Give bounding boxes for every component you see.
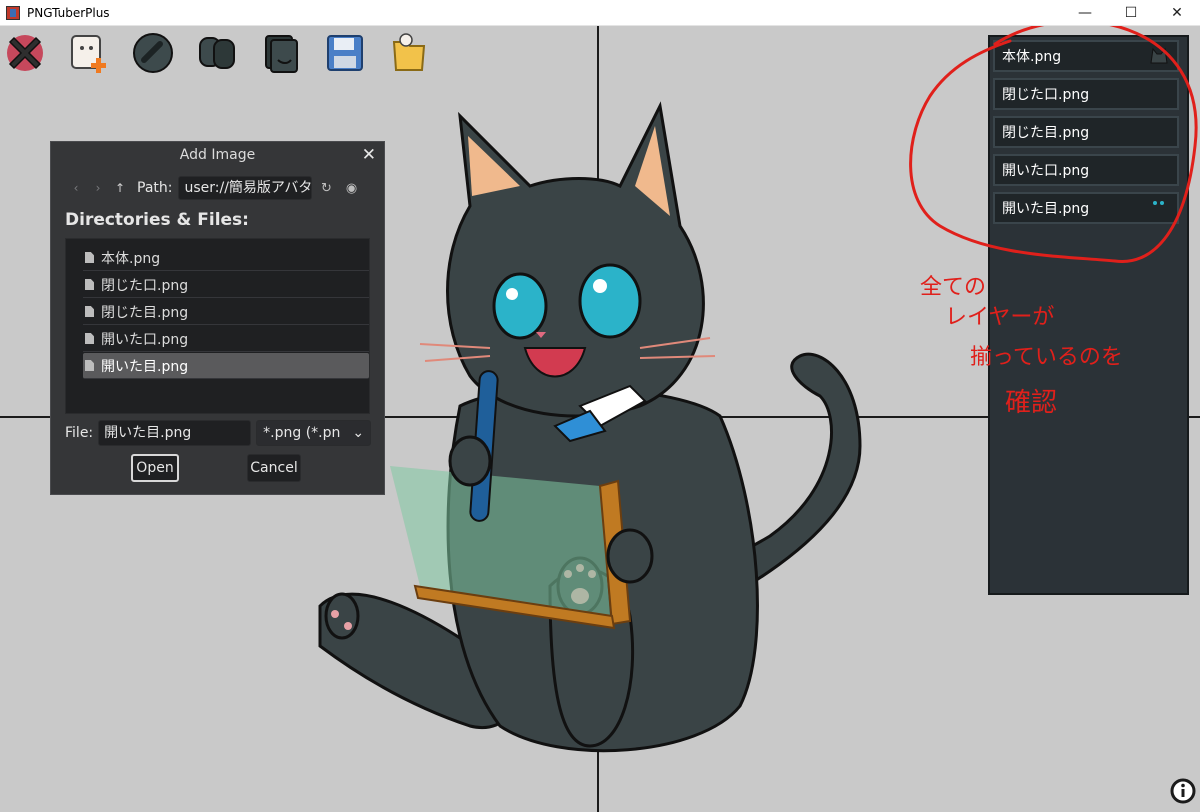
path-input[interactable]: user://簡易版アバタ (178, 176, 313, 200)
save-button[interactable] (322, 30, 368, 76)
add-image-button[interactable] (66, 30, 112, 76)
chevron-down-icon: ⌄ (352, 425, 365, 441)
cancel-button[interactable]: Cancel (247, 454, 301, 482)
load-button[interactable] (386, 30, 432, 76)
toggle-hidden-button[interactable]: ◉ (340, 177, 362, 199)
masks-icon (199, 37, 235, 69)
annotation-line: 全ての (920, 275, 986, 300)
close-window-button[interactable]: ✕ (1154, 0, 1200, 26)
maximize-button[interactable]: ☐ (1108, 0, 1154, 26)
file-name-row: File: 開いた目.png *.png (*.pn ⌄ (65, 420, 372, 446)
main-toolbar (2, 30, 432, 76)
file-item-label: 閉じた目.png (101, 304, 189, 321)
directories-files-label: Directories & Files: (65, 210, 249, 230)
window-titlebar: PNGTuberPlus — ☐ ✕ (0, 0, 1200, 26)
file-item[interactable]: 本体.png (83, 245, 369, 271)
file-icon (85, 333, 94, 344)
add-sprite-icon (71, 35, 106, 73)
file-icon (85, 360, 94, 371)
exit-button[interactable] (2, 30, 48, 76)
refresh-button[interactable]: ↻ (315, 177, 337, 199)
link-icon (133, 33, 173, 73)
file-icon (85, 252, 94, 263)
app-icon (6, 5, 20, 20)
red-x-icon (7, 35, 43, 71)
window-title: PNGTuberPlus (27, 5, 110, 20)
file-icon (85, 306, 94, 317)
sprite-stack-icon (265, 35, 298, 73)
forward-button[interactable]: › (87, 177, 109, 199)
open-button[interactable]: Open (131, 454, 179, 482)
file-type-filter-select[interactable]: *.png (*.pn ⌄ (256, 420, 372, 446)
dialog-title: Add Image (179, 147, 256, 163)
up-directory-button[interactable]: ↑ (109, 177, 131, 199)
annotation-line: 揃っているのを (970, 345, 1123, 370)
filter-value: *.png (*.pn (263, 425, 341, 441)
handwritten-annotation: 全ての レイヤーが 揃っているのを 確認 (909, 26, 1198, 418)
file-icon (85, 279, 94, 290)
file-item[interactable]: 閉じた目.png (83, 299, 369, 325)
link-button[interactable] (130, 30, 176, 76)
costume-button[interactable] (194, 30, 240, 76)
file-list[interactable]: 本体.png 閉じた口.png 閉じた目.png 開いた口.png 開いた目.p… (65, 238, 370, 414)
file-item[interactable]: 閉じた口.png (83, 272, 369, 298)
path-label: Path: (137, 180, 173, 196)
file-item[interactable]: 開いた口.png (83, 326, 369, 352)
avatar-cat-sprite[interactable] (300, 86, 920, 766)
file-item-label: 開いた目.png (101, 358, 189, 375)
info-icon[interactable] (1170, 778, 1196, 804)
file-item-label: 閉じた口.png (101, 277, 189, 294)
path-row: ‹ › ↑ Path: user://簡易版アバタ ↻ ◉ (65, 176, 362, 200)
file-label: File: (65, 425, 94, 441)
floppy-disk-icon (327, 35, 363, 71)
window-controls: — ☐ ✕ (1062, 0, 1200, 26)
add-image-dialog: Add Image ✕ ‹ › ↑ Path: user://簡易版アバタ ↻ … (50, 141, 385, 495)
back-button[interactable]: ‹ (65, 177, 87, 199)
layers-toggle-button[interactable] (258, 30, 304, 76)
file-item-label: 本体.png (101, 250, 161, 267)
dialog-close-button[interactable]: ✕ (362, 145, 376, 165)
annotation-line: レイヤーが (945, 305, 1054, 330)
minimize-button[interactable]: — (1062, 0, 1108, 26)
folder-icon (392, 33, 426, 71)
canvas-viewport[interactable]: Add Image ✕ ‹ › ↑ Path: user://簡易版アバタ ↻ … (0, 26, 1200, 812)
file-item-label: 開いた口.png (101, 331, 189, 348)
annotation-line: 確認 (1005, 388, 1057, 418)
file-name-input[interactable]: 開いた目.png (98, 420, 252, 446)
file-item-selected[interactable]: 開いた目.png (83, 353, 369, 379)
